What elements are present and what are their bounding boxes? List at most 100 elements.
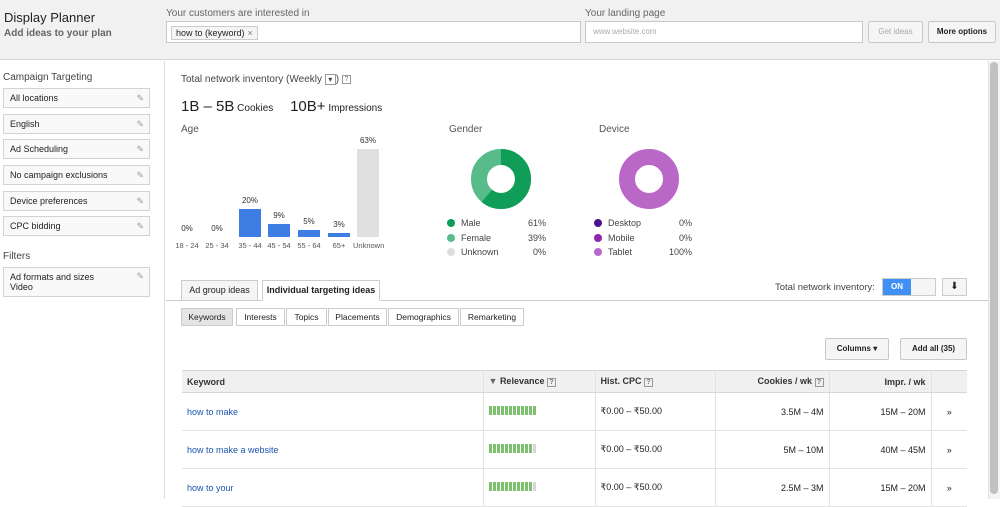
keyword-chip[interactable]: how to (keyword) × bbox=[171, 26, 258, 40]
tab-ad-group-ideas[interactable]: Ad group ideas bbox=[181, 280, 258, 301]
sidebar-item-exclusions[interactable]: No campaign exclusions ✎ bbox=[3, 165, 150, 185]
pencil-icon[interactable]: ✎ bbox=[136, 89, 144, 107]
inventory-toggle[interactable]: ON bbox=[882, 278, 936, 296]
app-subtitle: Add ideas to your plan bbox=[4, 28, 112, 39]
add-row-icon[interactable]: » bbox=[930, 392, 967, 431]
sidebar-item-device-preferences[interactable]: Device preferences ✎ bbox=[3, 191, 150, 211]
sidebar-item-ad-scheduling[interactable]: Ad Scheduling ✎ bbox=[3, 139, 150, 159]
pencil-icon[interactable]: ✎ bbox=[136, 140, 144, 158]
more-options-button[interactable]: More options bbox=[928, 21, 996, 43]
columns-button[interactable]: Columns ▾ bbox=[825, 338, 889, 360]
close-icon[interactable]: × bbox=[248, 28, 253, 38]
download-icon[interactable]: ⬇ bbox=[942, 278, 967, 296]
sidebar: Campaign Targeting All locations ✎ Englis… bbox=[0, 61, 165, 499]
subtab-topics[interactable]: Topics bbox=[286, 308, 327, 326]
col-hist-cpc-label: Hist. CPC bbox=[600, 376, 642, 387]
gender-donut bbox=[471, 149, 531, 209]
scrollbar-thumb[interactable] bbox=[990, 62, 998, 494]
age-category-label: 45 - 54 bbox=[267, 241, 291, 250]
keyword-link[interactable]: how to your bbox=[187, 483, 234, 493]
age-pct-label: 9% bbox=[273, 211, 285, 221]
age-bar-35-44 bbox=[239, 209, 261, 237]
landing-page-input[interactable]: www.website.com bbox=[585, 21, 863, 43]
age-category-label: 18 - 24 bbox=[175, 241, 199, 250]
relevance-segment bbox=[532, 482, 536, 491]
device-donut bbox=[619, 149, 679, 209]
relevance-bar bbox=[488, 444, 536, 453]
add-row-icon[interactable]: » bbox=[930, 468, 967, 507]
keyword-table: Keyword ▼ Relevance ? Hist. CPC ? Cookie… bbox=[182, 370, 967, 507]
relevance-segment bbox=[528, 406, 532, 415]
subtab-demographics[interactable]: Demographics bbox=[388, 308, 459, 326]
toggle-on: ON bbox=[883, 279, 911, 295]
relevance-cell bbox=[482, 392, 595, 431]
subtab-interests[interactable]: Interests bbox=[236, 308, 285, 326]
inventory-toggle-label: Total network inventory: bbox=[775, 282, 875, 293]
age-pct-label: 63% bbox=[359, 136, 376, 145]
help-icon[interactable]: ? bbox=[644, 377, 654, 387]
keyword-cell: how to make a website bbox=[182, 430, 483, 469]
cookies-cell: 2.5M – 3M bbox=[714, 468, 829, 507]
device-title: Device bbox=[599, 124, 630, 135]
pencil-icon[interactable]: ✎ bbox=[136, 115, 144, 133]
col-relevance-label: Relevance bbox=[499, 376, 545, 387]
device-legend-label: Mobile bbox=[608, 232, 635, 243]
campaign-targeting-title: Campaign Targeting bbox=[3, 72, 93, 83]
tab-individual-targeting-ideas[interactable]: Individual targeting ideas bbox=[262, 280, 380, 301]
relevance-segment bbox=[520, 406, 524, 415]
sidebar-item-label: Ad Scheduling bbox=[10, 144, 69, 154]
col-relevance[interactable]: ▼ Relevance ? bbox=[482, 370, 595, 393]
gender-legend-label: Unknown bbox=[461, 247, 499, 257]
subtab-keywords[interactable]: Keywords bbox=[181, 308, 233, 326]
relevance-segment bbox=[492, 406, 496, 415]
keyword-link[interactable]: how to make a website bbox=[187, 445, 279, 455]
col-cookies[interactable]: Cookies / wk ? bbox=[714, 370, 829, 393]
sidebar-item-locations[interactable]: All locations ✎ bbox=[3, 88, 150, 108]
relevance-segment bbox=[512, 444, 516, 453]
filter-value: Video bbox=[10, 282, 33, 292]
relevance-segment bbox=[532, 444, 536, 453]
relevance-segment bbox=[488, 482, 492, 491]
cookies-cell: 5M – 10M bbox=[714, 430, 829, 469]
age-category-label: 65+ bbox=[332, 241, 346, 250]
cpc-cell: ₹0.00 – ₹50.00 bbox=[594, 392, 715, 431]
subtab-placements[interactable]: Placements bbox=[328, 308, 387, 326]
get-ideas-button[interactable]: Get ideas bbox=[868, 21, 923, 43]
keyword-link[interactable]: how to make bbox=[187, 407, 238, 417]
help-icon[interactable]: ? bbox=[814, 377, 824, 387]
sidebar-item-cpc-bidding[interactable]: CPC bidding ✎ bbox=[3, 216, 150, 236]
relevance-segment bbox=[516, 482, 520, 491]
age-pct-label: 5% bbox=[303, 217, 315, 227]
add-row-icon[interactable]: » bbox=[930, 430, 967, 469]
add-all-button[interactable]: Add all (35) bbox=[900, 338, 967, 360]
relevance-segment bbox=[532, 406, 536, 415]
gender-legend-label: Male bbox=[461, 218, 481, 228]
app-title: Display Planner bbox=[4, 10, 96, 25]
age-category-label: 25 - 34 bbox=[205, 241, 229, 250]
keyword-input[interactable]: how to (keyword) × bbox=[166, 21, 581, 43]
help-icon[interactable]: ? bbox=[546, 377, 556, 387]
col-keyword[interactable]: Keyword bbox=[182, 370, 483, 393]
cookies-cell: 3.5M – 4M bbox=[714, 392, 829, 431]
gender-legend-label: Female bbox=[461, 232, 492, 243]
device-legend-dot bbox=[594, 233, 602, 242]
pencil-icon[interactable]: ✎ bbox=[136, 217, 144, 235]
col-cookies-label: Cookies / wk bbox=[757, 376, 812, 387]
impr-cell: 15M – 20M bbox=[828, 392, 931, 431]
pencil-icon[interactable]: ✎ bbox=[136, 271, 144, 281]
relevance-cell bbox=[482, 430, 595, 469]
impr-cell: 15M – 20M bbox=[828, 468, 931, 507]
relevance-segment bbox=[496, 444, 500, 453]
subtab-remarketing[interactable]: Remarketing bbox=[460, 308, 524, 326]
relevance-segment bbox=[524, 406, 528, 415]
sidebar-item-ad-formats[interactable]: Ad formats and sizes Video ✎ bbox=[3, 267, 150, 297]
relevance-bar bbox=[488, 406, 536, 415]
table-row: how to make a website ₹0.00 – ₹50.00 5M – … bbox=[182, 430, 967, 469]
pencil-icon[interactable]: ✎ bbox=[136, 166, 144, 184]
col-impr[interactable]: Impr. / wk bbox=[828, 370, 931, 393]
sort-icon: ▼ bbox=[488, 376, 498, 387]
sidebar-item-language[interactable]: English ✎ bbox=[3, 114, 150, 134]
relevance-segment bbox=[528, 444, 532, 453]
col-hist-cpc[interactable]: Hist. CPC ? bbox=[594, 370, 715, 393]
pencil-icon[interactable]: ✎ bbox=[136, 192, 144, 210]
